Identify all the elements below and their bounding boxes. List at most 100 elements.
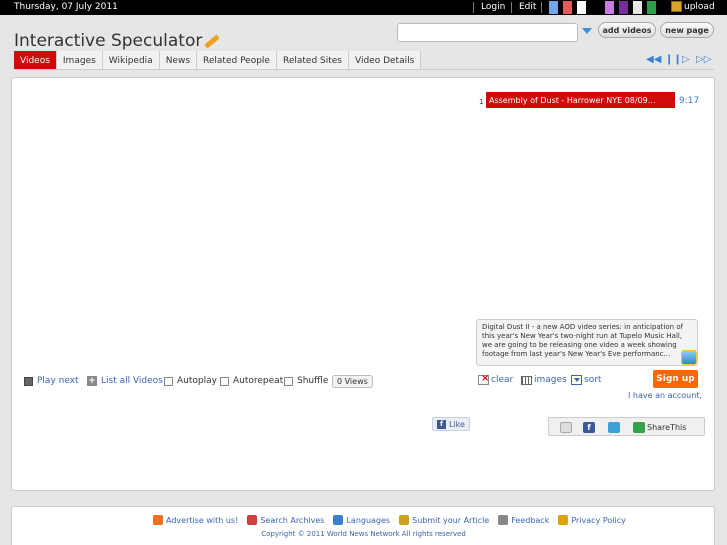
- info-icon: [681, 350, 697, 365]
- autorepeat-label: Autorepeat: [233, 376, 284, 386]
- upload-link[interactable]: upload: [671, 1, 715, 12]
- footer-link-label: Languages: [346, 515, 391, 525]
- tab-videos[interactable]: Videos: [14, 51, 57, 70]
- sharethis-icon[interactable]: [633, 422, 645, 433]
- autoplay-label: Autoplay: [177, 376, 217, 386]
- tab-related-people[interactable]: Related People: [197, 51, 277, 70]
- images-label: images: [534, 375, 567, 385]
- tab-wikipedia[interactable]: Wikipedia: [102, 51, 160, 70]
- color-swatch[interactable]: [549, 1, 558, 14]
- play-icon[interactable]: ▷: [682, 54, 690, 65]
- clear-button[interactable]: clear: [478, 373, 514, 385]
- page-title-text: Interactive Speculator: [14, 31, 203, 51]
- autorepeat-checkbox[interactable]: Autorepeat: [220, 376, 283, 386]
- footer-link-label: Advertise with us!: [166, 515, 239, 525]
- add-videos-button[interactable]: add videos: [598, 22, 656, 38]
- autoplay-checkbox[interactable]: Autoplay: [164, 376, 217, 386]
- pencil-icon[interactable]: [204, 33, 221, 49]
- list-all-videos-control[interactable]: + List all Videos: [87, 376, 163, 386]
- search-input[interactable]: [397, 23, 578, 42]
- email-icon[interactable]: [560, 422, 572, 433]
- list-all-label: List all Videos: [101, 376, 163, 386]
- like-label: Like: [449, 419, 465, 429]
- clear-icon: [478, 373, 489, 385]
- plus-icon: +: [87, 376, 97, 386]
- upload-icon: [671, 1, 682, 12]
- shuffle-checkbox[interactable]: Shuffle: [284, 376, 328, 386]
- color-swatch[interactable]: [633, 1, 642, 14]
- sharethis-label[interactable]: ShareThis: [647, 423, 686, 432]
- footer-link-icon: [333, 515, 344, 525]
- play-next-control[interactable]: Play next: [24, 376, 79, 386]
- tab-video-details[interactable]: Video Details: [349, 51, 422, 70]
- footer-link-label: Privacy Policy: [571, 515, 626, 525]
- new-page-button[interactable]: new page: [660, 22, 714, 38]
- views-count: 0 Views: [332, 375, 373, 388]
- footer-link-icon: [399, 515, 410, 525]
- footer-link[interactable]: Advertise with us!: [153, 515, 238, 525]
- checkbox[interactable]: [164, 376, 173, 386]
- grid-icon: [521, 375, 532, 385]
- page-title: Interactive Speculator: [14, 31, 221, 51]
- tab-news[interactable]: News: [159, 51, 198, 70]
- tab-images[interactable]: Images: [56, 51, 103, 70]
- login-link[interactable]: Login: [481, 2, 505, 12]
- color-swatch[interactable]: [591, 1, 600, 14]
- top-bar: Thursday, 07 July 2011 Login Edit upload: [0, 0, 727, 15]
- tab-underline: [14, 69, 714, 70]
- footer-link[interactable]: Privacy Policy: [558, 515, 626, 525]
- checkbox[interactable]: [220, 376, 229, 386]
- sort-button[interactable]: sort: [571, 375, 601, 385]
- footer-link-label: Feedback: [511, 515, 550, 525]
- footer-link-icon: [558, 515, 569, 525]
- sort-icon: [571, 375, 582, 385]
- tab-related-sites[interactable]: Related Sites: [276, 51, 349, 70]
- color-swatch[interactable]: [647, 1, 656, 14]
- images-button[interactable]: images: [521, 375, 567, 385]
- divider: [473, 2, 474, 13]
- twitter-icon[interactable]: [608, 422, 620, 433]
- footer-link[interactable]: Languages: [333, 515, 390, 525]
- checkbox[interactable]: [284, 376, 293, 386]
- playlist-item-duration: 9:17: [679, 96, 700, 106]
- play-next-label: Play next: [37, 376, 79, 386]
- playlist-item-number: 1: [479, 98, 484, 106]
- tab-bar: Videos Images Wikipedia News Related People R…: [14, 51, 422, 70]
- color-swatch[interactable]: [563, 1, 572, 14]
- share-bar: f ShareThis: [548, 417, 705, 436]
- upload-label: upload: [684, 1, 715, 12]
- facebook-icon: f: [437, 419, 446, 429]
- color-swatch[interactable]: [619, 1, 628, 14]
- footer-link[interactable]: Search Archives: [247, 515, 324, 525]
- current-date: Thursday, 07 July 2011: [14, 2, 118, 12]
- playlist-item[interactable]: Assembly of Dust - Harrower NYE 08/09...: [486, 92, 675, 108]
- color-swatch[interactable]: [577, 1, 586, 14]
- signup-button[interactable]: Sign up: [653, 370, 698, 388]
- pause-icon[interactable]: ❙❙: [665, 54, 682, 65]
- footer: [11, 506, 715, 545]
- clear-label: clear: [491, 375, 514, 385]
- footer-link-icon: [153, 515, 163, 525]
- footer-link[interactable]: Submit your Article: [399, 515, 489, 525]
- edit-link[interactable]: Edit: [519, 2, 536, 12]
- copyright: Copyright © 2011 World News Network All …: [261, 530, 466, 538]
- footer-link-icon: [498, 515, 509, 525]
- footer-link-label: Submit your Article: [412, 515, 490, 525]
- footer-link-icon: [247, 515, 258, 525]
- sort-label: sort: [584, 375, 602, 385]
- footer-link-label: Search Archives: [260, 515, 325, 525]
- facebook-like-button[interactable]: f Like: [432, 417, 470, 431]
- divider: [511, 2, 512, 13]
- facebook-share-icon[interactable]: f: [583, 422, 595, 433]
- footer-links: Advertise with us! Search Archives Languag…: [153, 515, 626, 525]
- footer-link[interactable]: Feedback: [498, 515, 549, 525]
- rewind-icon[interactable]: ◀◀: [646, 54, 661, 65]
- have-account-link[interactable]: I have an account, logi: [628, 391, 705, 400]
- fast-forward-icon[interactable]: ▷▷: [696, 54, 711, 65]
- color-swatch[interactable]: [605, 1, 614, 14]
- play-next-icon: [24, 376, 33, 386]
- search-dropdown-icon[interactable]: [582, 28, 592, 34]
- divider: [541, 2, 542, 13]
- video-description: Digital Dust II - a new AOD video series…: [476, 319, 698, 366]
- shuffle-label: Shuffle: [297, 376, 329, 386]
